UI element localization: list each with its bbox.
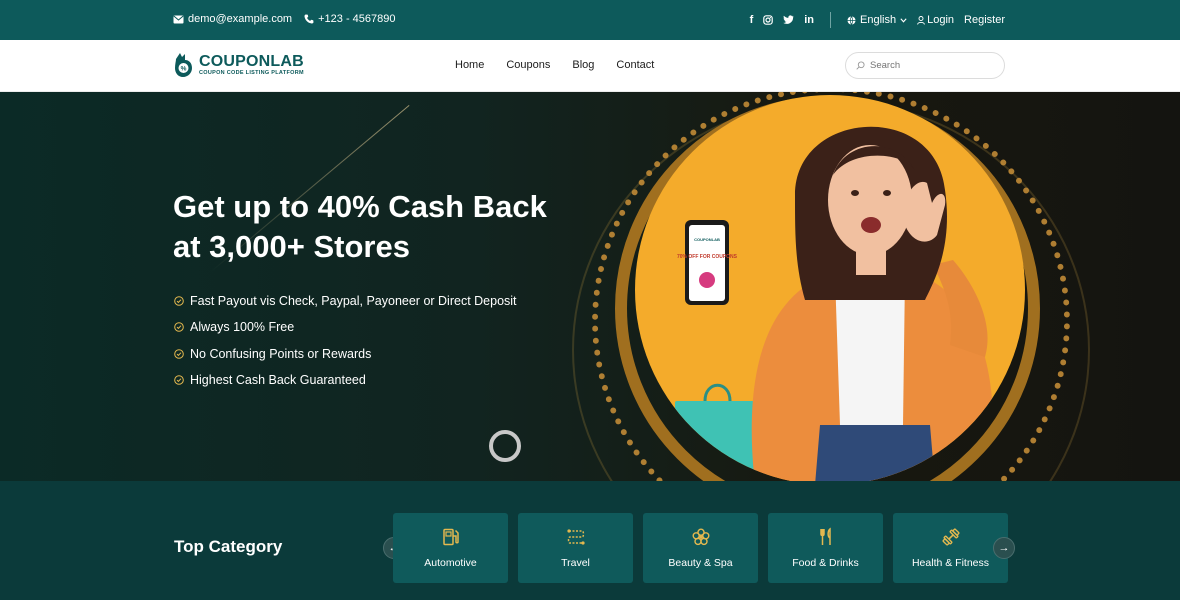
hero-image: COUPONLAB 70% OFF FOR COUPONS: [635, 95, 1025, 481]
category-label: Travel: [561, 557, 590, 569]
dumbbell-icon: [941, 528, 960, 546]
check-circle-icon: [174, 375, 184, 385]
main-nav: Home Coupons Blog Contact: [455, 59, 654, 71]
loading-spinner: [489, 430, 521, 462]
auth-links: Login Register: [917, 14, 1005, 26]
phone-contact[interactable]: +123 - 4567890: [304, 13, 396, 25]
top-category-section: Top Category ← Automotive Travel Beauty …: [0, 481, 1180, 600]
instagram-icon[interactable]: [763, 15, 774, 25]
envelope-icon: [173, 15, 184, 23]
language-selector[interactable]: English: [847, 14, 907, 26]
linkedin-icon[interactable]: in: [804, 14, 814, 26]
category-card-health-fitness[interactable]: Health & Fitness: [893, 513, 1008, 583]
arrow-right-icon: →: [998, 542, 1010, 554]
language-label: English: [860, 14, 897, 26]
top-bar: demo@example.com +123 - 4567890 f in Eng…: [0, 0, 1180, 40]
hero-banner: COUPONLAB 70% OFF FOR COUPONS Get up to …: [0, 92, 1180, 481]
section-title: Top Category: [174, 537, 283, 556]
search-input[interactable]: [870, 60, 990, 71]
nav-blog[interactable]: Blog: [572, 59, 594, 71]
category-carousel: Automotive Travel Beauty & Spa Food & Dr…: [393, 513, 1008, 583]
facebook-icon[interactable]: f: [750, 14, 754, 26]
category-label: Automotive: [424, 557, 477, 569]
twitter-icon[interactable]: [783, 15, 794, 25]
benefit-item: Fast Payout vis Check, Paypal, Payoneer …: [174, 288, 517, 314]
contact-info: demo@example.com +123 - 4567890: [173, 13, 396, 25]
cutlery-icon: [819, 527, 831, 545]
logo[interactable]: % COUPONLAB COUPON CODE LISTING PLATFORM: [173, 51, 304, 79]
globe-icon: [847, 15, 856, 25]
topbar-right: f in English Login Register: [750, 12, 1005, 28]
hero-title: Get up to 40% Cash Back at 3,000+ Stores: [173, 187, 593, 267]
category-label: Food & Drinks: [792, 557, 859, 569]
nav-home[interactable]: Home: [455, 59, 484, 71]
benefit-text: Always 100% Free: [190, 320, 295, 335]
search-box[interactable]: [845, 52, 1005, 79]
check-circle-icon: [174, 322, 184, 333]
smiling-mouth: [861, 217, 881, 233]
benefit-list: Fast Payout vis Check, Paypal, Payoneer …: [174, 288, 517, 393]
main-header: % COUPONLAB COUPON CODE LISTING PLATFORM…: [0, 40, 1180, 92]
phone-icon: [304, 14, 314, 24]
svg-text:%: %: [181, 66, 187, 73]
divider: [830, 12, 832, 28]
category-card-travel[interactable]: Travel: [518, 513, 633, 583]
logo-title: COUPONLAB: [199, 53, 304, 70]
category-label: Beauty & Spa: [668, 557, 733, 569]
route-icon: [566, 529, 585, 545]
category-label: Health & Fitness: [911, 557, 990, 569]
login-link[interactable]: Login: [917, 14, 954, 26]
register-link[interactable]: Register: [964, 14, 1005, 26]
hero-title-line1: Get up to 40% Cash Back: [173, 189, 547, 224]
coupon-tag-icon: %: [175, 53, 192, 77]
flower-icon: [691, 528, 710, 546]
benefit-item: Always 100% Free: [174, 314, 517, 340]
email-contact[interactable]: demo@example.com: [173, 13, 292, 25]
benefit-text: No Confusing Points or Rewards: [190, 346, 372, 361]
search-icon: [856, 61, 865, 70]
login-label: Login: [927, 14, 955, 26]
user-icon: [917, 15, 925, 25]
logo-subtitle: COUPON CODE LISTING PLATFORM: [199, 70, 304, 76]
benefit-text: Fast Payout vis Check, Paypal, Payoneer …: [190, 294, 517, 309]
benefit-item: Highest Cash Back Guaranteed: [174, 367, 517, 393]
category-card-food-drinks[interactable]: Food & Drinks: [768, 513, 883, 583]
category-card-beauty-spa[interactable]: Beauty & Spa: [643, 513, 758, 583]
benefit-text: Highest Cash Back Guaranteed: [190, 373, 366, 388]
nav-coupons[interactable]: Coupons: [506, 59, 550, 71]
carousel-next-button[interactable]: →: [993, 537, 1015, 559]
social-links: f in: [750, 14, 814, 26]
fuel-pump-icon: [442, 528, 459, 546]
email-text: demo@example.com: [188, 13, 293, 25]
check-circle-icon: [174, 348, 184, 359]
phone-text: +123 - 4567890: [318, 13, 396, 25]
logo-text: COUPONLAB COUPON CODE LISTING PLATFORM: [199, 53, 304, 77]
hero-title-line2: at 3,000+ Stores: [173, 229, 410, 264]
check-circle-icon: [174, 296, 184, 306]
phone-screen-logo: COUPONLAB: [694, 237, 720, 242]
category-card-automotive[interactable]: Automotive: [393, 513, 508, 583]
chevron-down-icon: [900, 17, 907, 23]
hero-illustration: COUPONLAB 70% OFF FOR COUPONS: [675, 126, 994, 481]
nav-contact[interactable]: Contact: [616, 59, 654, 71]
phone-screen-promo: 70% OFF FOR COUPONS: [677, 254, 738, 260]
benefit-item: No Confusing Points or Rewards: [174, 341, 517, 367]
